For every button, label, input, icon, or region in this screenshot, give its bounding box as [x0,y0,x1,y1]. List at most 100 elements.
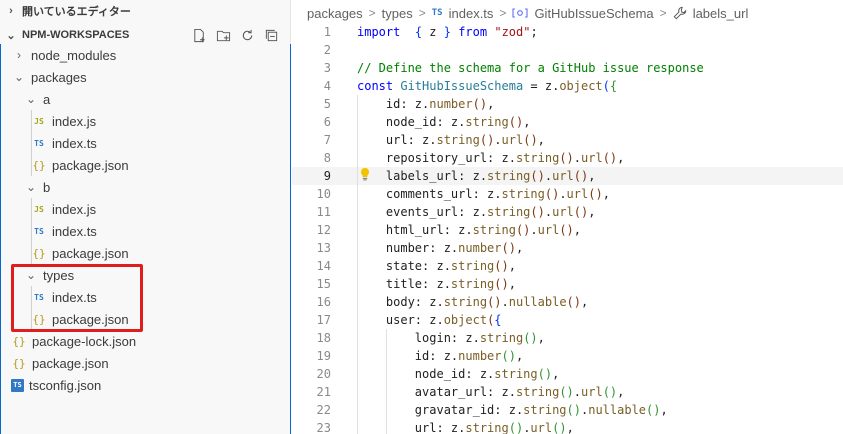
code-line[interactable]: 19 id: z.number(), [292,347,843,365]
code-line[interactable]: 13 number: z.number(), [292,239,843,257]
code-line[interactable]: 1 import { z } from "zod"; [292,23,843,41]
breadcrumb-item-schema[interactable]: GitHubIssueSchema [534,6,653,21]
tree-file[interactable]: TS index.ts [1,132,290,154]
code-token: () [544,187,560,201]
code-token: url [537,223,560,237]
line-number: 3 [323,61,331,75]
code-token: node_id: z. [357,367,495,381]
wrench-icon [673,6,687,20]
code-token: () [602,151,618,165]
code-line[interactable]: 10 comments_url: z.string().url(), [292,185,843,203]
line-number: 21 [316,385,331,399]
code-line[interactable]: 21 avatar_url: z.string().url(), [292,383,843,401]
tree-item-label: packages [31,69,87,85]
code-line[interactable]: 23 url: z.string().url(), [292,419,843,434]
code-text: const GitHubIssueSchema = z.object({ [357,77,617,95]
code-line[interactable]: 11 events_url: z.string().url(), [292,203,843,221]
chevron-down-icon[interactable]: ⌄ [23,91,39,107]
code-line[interactable]: 8 repository_url: z.string().url(), [292,149,843,167]
lightbulb-icon[interactable] [359,167,371,186]
chevron-down-icon[interactable]: ⌄ [23,179,39,195]
code-token: number [429,97,473,111]
code-token: . [573,385,581,399]
code-token: // Define the schema for a GitHub issue … [357,61,704,75]
chevron-right-icon[interactable]: › [0,5,22,17]
breadcrumb-item-property[interactable]: labels_url [693,6,749,21]
code-line[interactable]: 7 url: z.string().url(), [292,131,843,149]
code-line[interactable]: 2 [292,41,843,59]
code-line[interactable]: 20 node_id: z.string(), [292,365,843,383]
tree-file[interactable]: {} package.json [1,154,290,176]
code-token: () [566,403,581,417]
code-editor[interactable]: packages > types > TS index.ts > GitHubI… [292,0,843,434]
new-file-icon[interactable] [191,27,207,43]
typescript-file-icon: TS [34,226,44,236]
chevron-right-icon[interactable]: › [11,47,27,63]
line-number: 13 [316,241,331,255]
code-token: () [494,277,509,291]
code-line[interactable]: 14 state: z.string(), [292,257,843,275]
tree-file[interactable]: {} package-lock.json [1,330,290,352]
breadcrumb: packages > types > TS index.ts > GitHubI… [307,4,748,22]
code-token: string [479,331,524,345]
chevron-down-icon[interactable]: ⌄ [0,29,22,42]
code-text: url: z.string().url(), [357,419,574,434]
code-line[interactable]: 12 html_url: z.string().url(), [292,221,843,239]
tree-file[interactable]: TS tsconfig.json [1,374,290,396]
code-token: string [465,115,509,129]
code-token: from [458,25,488,39]
open-editors-header[interactable]: › 開いているエディター [0,0,291,22]
code-token: url [581,151,603,165]
code-token: () [501,349,516,363]
workspace-label: NPM-WORKSPACES [22,29,130,41]
line-number: 16 [316,295,331,309]
code-token: () [559,385,574,399]
breadcrumb-item-types[interactable]: types [382,6,413,21]
code-token: url [552,205,574,219]
file-tree: › node_modules ⌄ packages ⌄ a JS index.js TS inde… [0,44,291,434]
code-token: () [552,421,567,434]
code-line[interactable]: 6 node_id: z.string(), [292,113,843,131]
code-line[interactable]: 9 labels_url: z.string().url(), [292,167,843,185]
code-line[interactable]: 5 id: z.number(), [292,95,843,113]
tree-file[interactable]: {} package.json [1,242,290,264]
code-line[interactable]: 18 login: z.string(), [292,329,843,347]
workspace-header[interactable]: ⌄ NPM-WORKSPACES [0,24,291,46]
code-line[interactable]: 3 // Define the schema for a GitHub issue… [292,59,843,77]
code-line[interactable]: 22 gravatar_id: z.string().nullable(), [292,401,843,419]
refresh-icon[interactable] [239,27,255,43]
code-token: () [573,169,589,183]
code-token: , [523,115,531,129]
code-token: html_url: z. [357,223,473,237]
tree-folder[interactable]: › node_modules [1,44,290,66]
breadcrumb-item-file[interactable]: index.ts [449,6,494,21]
code-line[interactable]: 16 body: z.string().nullable(), [292,293,843,311]
code-text: url: z.string().url(), [357,131,545,149]
tree-folder[interactable]: ⌄ b [1,176,290,198]
breadcrumb-item-packages[interactable]: packages [307,6,363,21]
code-text: node_id: z.string(), [357,113,531,131]
code-token: = z. [523,79,560,93]
code-token: string [450,277,495,291]
code-token: , [660,403,668,417]
new-folder-icon[interactable] [215,27,231,43]
tree-file[interactable]: JS index.js [1,198,290,220]
code-token: ( [602,79,610,93]
code-token: string [487,169,531,183]
line-number: 9 [323,169,331,183]
code-line[interactable]: 15 title: z.string(), [292,275,843,293]
tree-file[interactable]: JS index.js [1,110,290,132]
code-line[interactable]: 4 const GitHubIssueSchema = z.object({ [292,77,843,95]
tree-file[interactable]: {} package.json [1,352,290,374]
code-token: } [443,25,451,39]
code-line[interactable]: 17 user: z.object({ [292,311,843,329]
tree-folder[interactable]: ⌄ a [1,88,290,110]
code-token: , [515,241,524,255]
collapse-all-icon[interactable] [263,27,279,43]
tree-folder[interactable]: ⌄ packages [1,66,290,88]
chevron-down-icon[interactable]: ⌄ [11,69,27,85]
tree-file[interactable]: TS index.ts [1,220,290,242]
code-token: () [515,223,531,237]
explorer-sidebar: › 開いているエディター ⌄ NPM-WORKSPACES › node_modu… [0,0,291,434]
